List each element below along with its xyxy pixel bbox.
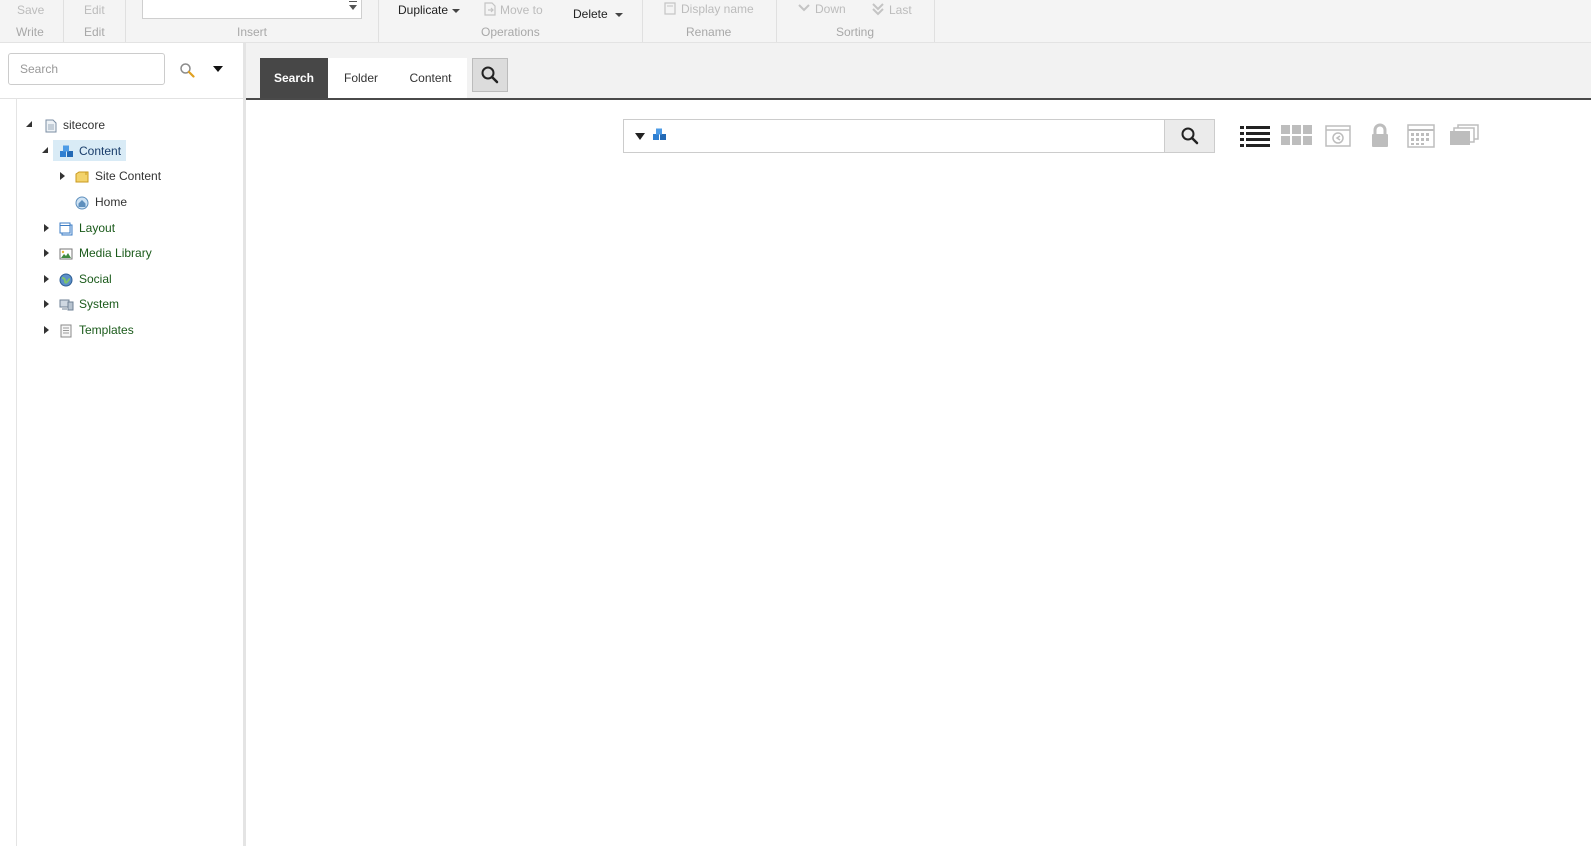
tree-node-label: System [79, 297, 120, 311]
sort-last-label: Last [889, 3, 912, 17]
sorting-group: Down Last Sorting [776, 0, 935, 42]
tree-search-input[interactable] [8, 53, 165, 85]
tree-node-label: Templates [79, 323, 134, 337]
rename-group: Display name Rename [642, 0, 777, 42]
move-to-button[interactable]: Move to [484, 2, 543, 17]
content-cubes-icon [59, 144, 73, 158]
double-chevron-down-icon [872, 3, 884, 16]
search-icon[interactable] [179, 62, 195, 81]
insert-group-label: Insert [237, 25, 268, 39]
tree-search-bar [0, 43, 243, 99]
edit-button[interactable]: Edit [84, 3, 105, 17]
layout-icon [59, 221, 73, 236]
edit-group: Edit Edit [63, 0, 126, 42]
sort-down-button[interactable]: Down [798, 2, 846, 16]
tab-content[interactable]: Content [394, 58, 467, 98]
tree-node-label: Social [79, 272, 112, 286]
lock-icon[interactable] [1365, 122, 1397, 150]
chevron-down-icon [452, 8, 461, 13]
tree-node-label: sitecore [63, 118, 106, 132]
expand-toggle-icon[interactable] [44, 300, 49, 308]
search-icon [1181, 127, 1199, 145]
tree-node-layout[interactable]: Layout [0, 217, 240, 239]
sort-down-label: Down [815, 2, 846, 16]
tab-search-button[interactable] [472, 58, 508, 92]
image-icon [59, 246, 73, 260]
save-button[interactable]: Save [17, 3, 44, 17]
search-options-dropdown-icon[interactable] [213, 66, 223, 72]
tree-node-label: Media Library [79, 246, 152, 260]
delete-label: Delete [573, 7, 608, 21]
document-icon [44, 118, 58, 133]
expand-toggle-icon[interactable] [44, 326, 49, 334]
editor-tabs-bar: Search Folder Content [246, 43, 1591, 100]
system-computer-icon [59, 297, 74, 311]
tree-node-label: Home [95, 195, 128, 209]
globe-icon [59, 272, 73, 287]
duplicate-button[interactable]: Duplicate [398, 3, 461, 17]
tree-node-content[interactable]: Content [0, 140, 240, 162]
tree-node-site-content[interactable]: Site Content [0, 165, 240, 187]
search-submit-button[interactable] [1164, 119, 1215, 153]
display-name-label: Display name [681, 2, 754, 16]
tree-node-label: Site Content [95, 169, 162, 183]
search-query-input[interactable] [674, 124, 1158, 150]
move-to-label: Move to [500, 3, 543, 17]
rename-group-label: Rename [686, 25, 732, 39]
move-to-icon [484, 2, 496, 16]
folder-icon [75, 169, 89, 183]
preview-view-icon[interactable] [1323, 122, 1355, 150]
chevron-down-icon [798, 4, 810, 12]
calendar-view-icon[interactable] [1406, 122, 1438, 150]
operations-group: Duplicate Move to Delete Operations [378, 0, 643, 42]
search-content-area [246, 100, 1591, 846]
search-box [623, 119, 1215, 153]
tree-node-label: Content [79, 144, 122, 158]
operations-group-label: Operations [481, 25, 540, 39]
tab-folder[interactable]: Folder [328, 58, 394, 98]
list-view-icon[interactable] [1239, 122, 1271, 150]
collapse-toggle-icon[interactable] [26, 121, 32, 127]
grid-view-icon[interactable] [1280, 122, 1312, 150]
content-tree-panel: sitecore Content Site Content Home [0, 43, 246, 846]
search-icon [481, 66, 499, 84]
write-group: Save Write [0, 0, 64, 42]
tree-node-media-library[interactable]: Media Library [0, 242, 240, 264]
template-icon [59, 323, 73, 338]
expand-toggle-icon[interactable] [44, 249, 49, 257]
chevron-down-icon [614, 12, 623, 17]
expand-toggle-icon[interactable] [44, 224, 49, 232]
tree-node-home[interactable]: Home [0, 191, 240, 213]
expand-toggle-icon[interactable] [60, 172, 65, 180]
collapse-toggle-icon[interactable] [42, 147, 48, 153]
tree-node-label: Layout [79, 221, 116, 235]
stack-view-icon[interactable] [1448, 122, 1480, 150]
tree-node-sitecore[interactable]: sitecore [0, 114, 240, 136]
duplicate-label: Duplicate [398, 3, 449, 17]
sort-last-button[interactable]: Last [872, 2, 912, 17]
dropdown-arrow-icon [349, 1, 357, 10]
sorting-group-label: Sorting [836, 25, 875, 39]
search-scope-dropdown-icon[interactable] [635, 133, 645, 140]
ribbon: Save Write Edit Edit Insert Duplicate Mo… [0, 0, 1591, 43]
content-cubes-icon [652, 128, 668, 145]
delete-button[interactable]: Delete [573, 7, 623, 21]
tree-node-social[interactable]: Social [0, 268, 240, 290]
insert-dropdown[interactable] [142, 0, 362, 19]
display-name-icon [664, 2, 676, 15]
edit-group-label: Edit [84, 25, 105, 39]
tab-search[interactable]: Search [260, 58, 328, 98]
tree-node-templates[interactable]: Templates [0, 319, 240, 341]
home-icon [75, 195, 89, 210]
tree-node-system[interactable]: System [0, 293, 240, 315]
write-group-label: Write [16, 25, 44, 39]
expand-toggle-icon[interactable] [44, 275, 49, 283]
display-name-button[interactable]: Display name [664, 2, 754, 16]
